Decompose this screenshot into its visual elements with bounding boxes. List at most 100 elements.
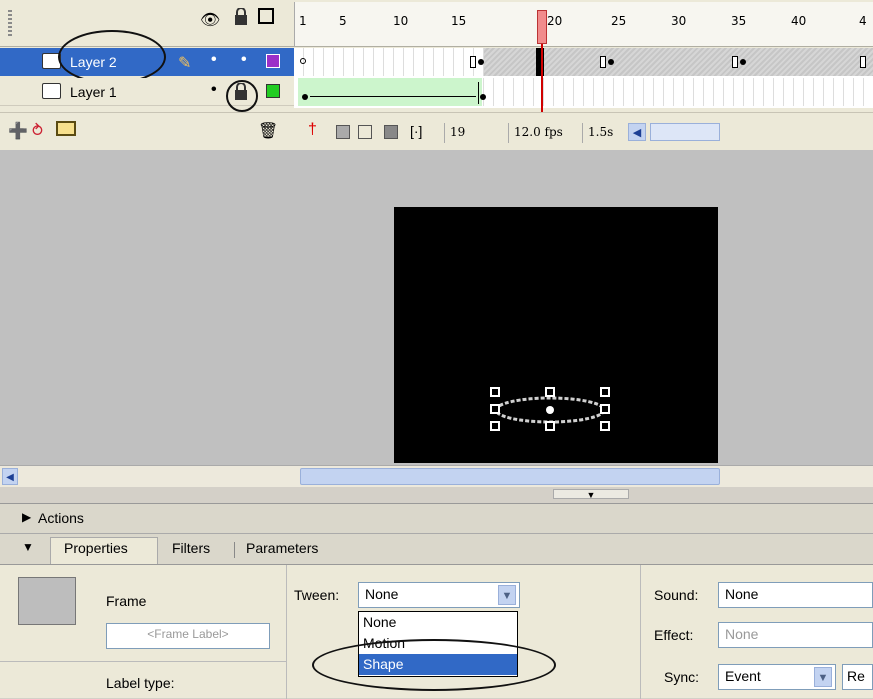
frame-end-marker	[470, 56, 476, 68]
repeat-dropdown[interactable]: Re	[842, 664, 873, 690]
center-frame-icon[interactable]: †	[308, 121, 317, 139]
highlight-oval-layer	[58, 30, 166, 84]
motion-tween-span	[298, 78, 482, 106]
layer-icon	[42, 83, 61, 99]
sound-label: Sound:	[654, 587, 699, 603]
chevron-down-icon[interactable]: ▼	[814, 667, 832, 687]
visibility-dot[interactable]: •	[211, 51, 217, 69]
expand-arrow-icon[interactable]: ▶	[22, 510, 31, 524]
panel-divider[interactable]: ▼	[0, 487, 873, 503]
frame-end-marker	[478, 82, 484, 104]
transform-handle[interactable]	[600, 387, 610, 397]
frame-end-marker	[860, 56, 866, 68]
stage-area[interactable]	[0, 150, 873, 465]
actions-panel-header[interactable]: ▶ Actions	[0, 503, 873, 533]
frame-number: 15	[451, 14, 467, 28]
delete-layer-icon[interactable]: 🗑	[258, 121, 278, 141]
scroll-left-arrow-icon[interactable]: ◀	[2, 468, 18, 485]
frame-number: 30	[671, 14, 687, 28]
frame-strip-layer-1[interactable]	[294, 78, 873, 106]
eye-icon[interactable]: 👁	[200, 10, 220, 30]
transform-handle[interactable]	[490, 421, 500, 431]
tab-parameters[interactable]: Parameters	[246, 540, 318, 556]
frame-label-input[interactable]: <Frame Label>	[106, 623, 270, 649]
stage-scroll-thumb[interactable]	[300, 468, 720, 485]
onion-skin-outlines-icon[interactable]	[358, 125, 372, 139]
divider	[286, 565, 287, 699]
outline-icon[interactable]	[258, 8, 274, 24]
add-folder-icon[interactable]	[56, 121, 76, 136]
layer-name: Layer 1	[70, 84, 117, 100]
type-label: Frame	[106, 593, 147, 609]
transform-handle[interactable]	[545, 421, 555, 431]
stage-canvas[interactable]	[394, 207, 718, 463]
tween-label: Tween:	[294, 587, 340, 603]
add-layer-icon[interactable]: ➕	[8, 121, 28, 141]
tween-dropdown[interactable]: None	[358, 582, 520, 608]
pencil-icon: ✎	[178, 55, 192, 72]
timeline-panel: 👁 1 5 10 15 20 25 30 35 40 4 Layer 2 ✎ •…	[0, 0, 873, 152]
frame-rate-field[interactable]: 12.0 fps	[508, 123, 568, 143]
tab-separator	[234, 542, 235, 558]
collapse-arrow-icon[interactable]: ▼	[22, 540, 34, 554]
outline-color-swatch[interactable]	[266, 54, 280, 68]
collapse-arrow-icon[interactable]: ▼	[553, 489, 629, 500]
highlight-oval-lock	[226, 80, 258, 112]
frame-number: 10	[393, 14, 409, 28]
frame-number: 35	[731, 14, 747, 28]
actions-label: Actions	[38, 510, 84, 526]
frame-number: 20	[547, 14, 563, 28]
add-motion-guide-icon[interactable]: ⥁	[32, 121, 43, 141]
frame-number: 4	[859, 14, 867, 28]
timeline-toolbar: ➕ ⥁ 🗑 † [·] 19 12.0 fps 1.5s ◀	[0, 112, 873, 150]
frame-end-marker	[732, 56, 738, 68]
properties-panel-body: Frame <Frame Label> Label type: Tween: N…	[0, 564, 873, 699]
transform-handle[interactable]	[490, 404, 500, 414]
transform-handle[interactable]	[600, 404, 610, 414]
outline-color-swatch[interactable]	[266, 84, 280, 98]
keyframe-dot[interactable]	[302, 94, 308, 100]
lock-icon[interactable]	[234, 7, 248, 26]
properties-panel-tabs: ▼ Properties Filters Parameters	[0, 533, 873, 565]
sound-dropdown[interactable]: None	[718, 582, 873, 608]
transform-handle[interactable]	[600, 421, 610, 431]
divider	[640, 565, 641, 699]
chevron-down-icon[interactable]: ▼	[498, 585, 516, 605]
frame-thumbnail-icon	[18, 577, 76, 625]
scroll-left-arrow-icon[interactable]: ◀	[628, 123, 646, 141]
sync-label: Sync:	[664, 669, 700, 685]
frame-ruler[interactable]: 1 5 10 15 20 25 30 35 40 4	[294, 2, 873, 46]
label-type-label: Label type:	[106, 675, 175, 691]
onion-skin-icon[interactable]	[336, 125, 350, 139]
tween-arrow	[310, 96, 476, 97]
keyframe-dot[interactable]	[608, 59, 614, 65]
highlight-oval-shape	[312, 639, 556, 691]
playhead[interactable]	[537, 10, 547, 44]
divider	[0, 661, 286, 662]
lock-dot[interactable]: •	[241, 51, 247, 69]
transform-handle[interactable]	[490, 387, 500, 397]
tab-filters[interactable]: Filters	[172, 540, 210, 556]
frame-number: 40	[791, 14, 807, 28]
edit-multiple-frames-icon[interactable]	[384, 125, 398, 139]
tween-option-none[interactable]: None	[359, 612, 517, 633]
panel-grip[interactable]	[8, 10, 12, 36]
frames-area[interactable]	[294, 48, 873, 108]
timeline-scroll-thumb[interactable]	[650, 123, 720, 141]
frame-number: 1	[299, 14, 307, 28]
tab-properties[interactable]: Properties	[64, 540, 128, 556]
frame-strip-layer-2[interactable]	[294, 48, 873, 76]
effect-label: Effect:	[654, 627, 694, 643]
visibility-dot[interactable]: •	[211, 81, 217, 99]
empty-keyframe[interactable]	[300, 58, 306, 64]
frame-number: 5	[339, 14, 347, 28]
keyframe-dot[interactable]	[740, 59, 746, 65]
transform-handle[interactable]	[545, 387, 555, 397]
frame-number: 25	[611, 14, 627, 28]
effect-dropdown[interactable]: None	[718, 622, 873, 648]
elapsed-time-field: 1.5s	[582, 123, 618, 143]
modify-onion-markers-icon[interactable]: [·]	[410, 123, 422, 139]
frame-end-marker	[600, 56, 606, 68]
current-frame-field: 19	[444, 123, 470, 143]
stage-horizontal-scrollbar[interactable]: ◀	[0, 465, 873, 487]
